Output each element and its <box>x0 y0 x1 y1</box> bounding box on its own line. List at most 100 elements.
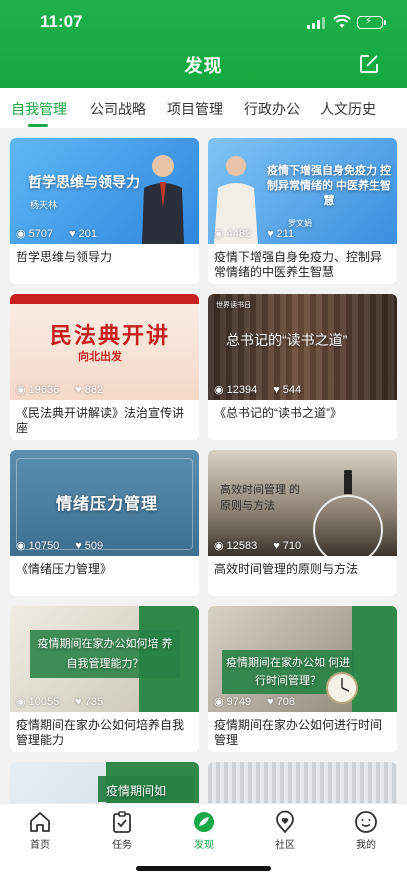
course-thumbnail: 疫情期间在家办公如何培 养自我管理能力？ ◉ 10055 ♥ 735 <box>10 606 199 712</box>
views-count: 4482 <box>226 227 252 240</box>
views-icon: ◉ <box>214 540 224 552</box>
likes-count: 735 <box>84 695 104 708</box>
likes-count: 882 <box>84 383 104 396</box>
nav-label: 发现 <box>194 840 214 851</box>
course-card[interactable]: 疫情期间在家办公如何培 养自我管理能力？ ◉ 10055 ♥ 735 疫情期间在家办… <box>10 606 199 752</box>
thumbnail-title: 总书记的“读书之道” <box>226 332 348 348</box>
task-icon <box>113 811 131 833</box>
course-card[interactable]: 疫情下增强自身免疫力 控制异常情绪的 中医养生智慧 罗文娟 ◉ 4482 ♥ 211… <box>208 138 397 284</box>
thumbnail-title: 哲学思维与领导力 <box>28 174 140 190</box>
likes-icon: ♥ <box>273 383 280 396</box>
active-tab-indicator <box>28 124 48 127</box>
views-icon: ◉ <box>214 696 224 708</box>
nav-label: 社区 <box>275 840 295 851</box>
likes-icon: ♥ <box>267 695 274 708</box>
tab-humanities-history[interactable]: 人文历史 <box>320 99 376 119</box>
thumbnail-title: 情绪压力管理 <box>56 496 159 513</box>
nav-discover[interactable]: 发现 <box>174 810 234 851</box>
nav-tasks[interactable]: 任务 <box>92 810 152 851</box>
views-count: 19636 <box>28 383 60 396</box>
nav-community[interactable]: 社区 <box>255 810 315 851</box>
thumbnail-title: 民法典开讲 <box>50 323 171 348</box>
battery-icon: ⚡ <box>357 16 386 29</box>
course-thumbnail: 疫情下增强自身免疫力 控制异常情绪的 中医养生智慧 罗文娟 ◉ 4482 ♥ 211 <box>208 138 397 244</box>
course-card[interactable]: 民法典开讲 向北出发 ◉ 19636 ♥ 882 《民法典开讲解读》法治宣传讲座 <box>10 294 199 440</box>
clock-image <box>313 470 383 556</box>
course-thumbnail: 高效时间管理 的原则与方法 ◉ 12583 ♥ 710 <box>208 450 397 556</box>
course-card[interactable]: 高效时间管理 的原则与方法 ◉ 12583 ♥ 710 高效时间管理的原则与方法 <box>208 450 397 596</box>
nav-home[interactable]: 首页 <box>10 810 70 851</box>
thumbnail-subtitle: 杨天林 <box>30 200 58 210</box>
tab-project-management[interactable]: 项目管理 <box>167 99 223 119</box>
views-icon: ◉ <box>16 228 26 240</box>
views-count: 10750 <box>28 539 60 552</box>
likes-count: 710 <box>282 539 302 552</box>
course-thumbnail <box>208 762 397 803</box>
thumbnail-title: 疫情期间在家办公如何培 养自我管理能力？ <box>37 638 173 670</box>
nav-label: 我的 <box>356 840 376 851</box>
course-title: 《情绪压力管理》 <box>16 562 113 576</box>
course-card[interactable]: 世界读书日 总书记的“读书之道” ◉ 12394 ♥ 544 《总书记的“读书之道”… <box>208 294 397 440</box>
course-thumbnail: 民法典开讲 向北出发 ◉ 19636 ♥ 882 <box>10 294 199 400</box>
views-count: 12583 <box>226 539 258 552</box>
thumbnail-subtitle: 世界读书日 <box>216 302 251 309</box>
likes-icon: ♥ <box>69 227 76 240</box>
thumbnail-title: 疫情期间如 <box>106 784 167 798</box>
likes-icon: ♥ <box>75 383 82 396</box>
tab-self-management[interactable]: 自我管理 <box>11 99 67 119</box>
home-icon <box>30 812 50 832</box>
course-title: 疫情下增强自身免疫力、控制异常情绪的中医养生智慧 <box>214 250 383 279</box>
views-count: 12394 <box>226 383 258 396</box>
tab-company-strategy[interactable]: 公司战略 <box>90 99 146 119</box>
course-title: 哲学思维与领导力 <box>16 250 113 264</box>
profile-icon <box>355 811 377 833</box>
home-indicator <box>136 866 271 871</box>
course-stats: ◉ 5707 ♥ 201 <box>16 227 113 241</box>
likes-count: 211 <box>276 227 295 240</box>
thumbnail-title: 疫情下增强自身免疫力 控制异常情绪的 中医养生智慧 <box>266 165 392 207</box>
nav-profile[interactable]: 我的 <box>336 810 396 851</box>
app-header: 11:07 ⚡ 发现 <box>0 0 407 88</box>
course-card[interactable]: 哲学思维与领导力 杨天林 ◉ 5707 ♥ 201 哲学思维与领导力 <box>10 138 199 284</box>
course-stats: ◉ 10055 ♥ 735 <box>16 695 119 709</box>
course-title: 高效时间管理的原则与方法 <box>214 562 359 576</box>
likes-icon: ♥ <box>75 695 82 708</box>
course-stats: ◉ 12583 ♥ 710 <box>214 539 317 553</box>
views-count: 5707 <box>28 227 54 240</box>
course-stats: ◉ 9749 ♥ 708 <box>214 695 311 709</box>
course-stats: ◉ 4482 ♥ 211 <box>214 227 310 241</box>
views-icon: ◉ <box>16 384 26 396</box>
views-count: 9749 <box>226 695 252 708</box>
course-title: 《总书记的“读书之道”》 <box>214 406 342 420</box>
category-tabs: 自我管理 公司战略 项目管理 行政办公 人文历史 <box>0 88 407 128</box>
views-icon: ◉ <box>214 228 224 240</box>
course-thumbnail: 情绪压力管理 ◉ 10750 ♥ 509 <box>10 450 199 556</box>
views-icon: ◉ <box>16 696 26 708</box>
views-icon: ◉ <box>214 384 224 396</box>
tab-administration[interactable]: 行政办公 <box>244 99 300 119</box>
course-stats: ◉ 10750 ♥ 509 <box>16 539 119 553</box>
page-title: 发现 <box>184 56 223 76</box>
course-card[interactable]: 疫情期间在家办公如 何进行时间管理？ ◉ 9749 ♥ 708 疫情期间在家办公如何… <box>208 606 397 752</box>
course-stats: ◉ 12394 ♥ 544 <box>214 383 317 397</box>
course-title: 疫情期间在家办公如何培养自我管理能力 <box>16 718 185 747</box>
views-count: 10055 <box>28 695 60 708</box>
course-title: 《民法典开讲解读》法治宣传讲座 <box>16 406 185 435</box>
likes-count: 544 <box>282 383 302 396</box>
nav-label: 首页 <box>30 840 50 851</box>
course-card[interactable]: 情绪压力管理 ◉ 10750 ♥ 509 《情绪压力管理》 <box>10 450 199 596</box>
edit-icon[interactable] <box>359 54 379 74</box>
cellular-signal-icon <box>307 17 327 29</box>
likes-icon: ♥ <box>267 227 274 240</box>
likes-icon: ♥ <box>273 539 280 552</box>
community-icon <box>276 810 294 834</box>
speaker-image <box>142 155 184 244</box>
course-card[interactable]: 疫情期间如 <box>10 762 199 803</box>
course-thumbnail: 世界读书日 总书记的“读书之道” ◉ 12394 ♥ 544 <box>208 294 397 400</box>
likes-icon: ♥ <box>75 539 82 552</box>
likes-count: 201 <box>78 227 97 240</box>
status-time: 11:07 <box>40 12 83 31</box>
course-grid: 哲学思维与领导力 杨天林 ◉ 5707 ♥ 201 哲学思维与领导力 疫情下增强自身… <box>0 138 407 803</box>
course-card[interactable] <box>208 762 397 803</box>
course-title: 疫情期间在家办公如何进行时间管理 <box>214 718 383 747</box>
